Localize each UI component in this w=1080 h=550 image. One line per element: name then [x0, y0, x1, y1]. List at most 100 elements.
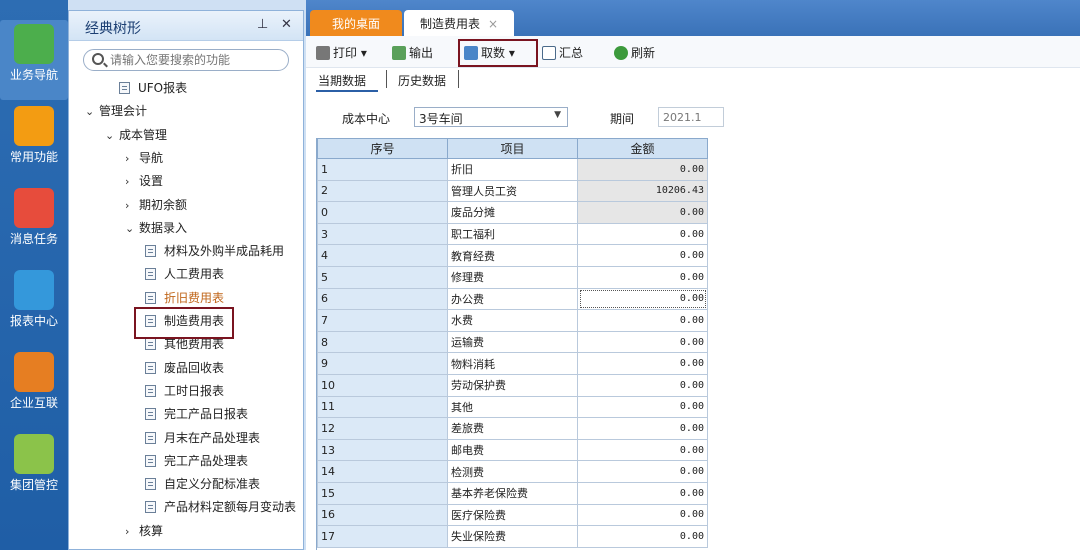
- chevron-down-icon[interactable]: ⌄: [125, 222, 139, 235]
- nav-messages[interactable]: 消息任务: [0, 184, 68, 264]
- table-row[interactable]: 13 邮电费 0.00: [317, 438, 708, 462]
- nav-group[interactable]: 集团管控: [0, 430, 68, 510]
- nav-business[interactable]: 业务导航: [0, 20, 68, 100]
- table-row[interactable]: 4 教育经费 0.00: [317, 244, 708, 267]
- table-row[interactable]: 6 办公费 0.00: [317, 287, 708, 311]
- row-amount[interactable]: 0.00: [577, 395, 708, 419]
- row-amount[interactable]: 0.00: [577, 352, 708, 375]
- search-icon: [92, 53, 104, 65]
- pin-icon[interactable]: ⊥: [257, 17, 268, 32]
- tree-item[interactable]: 自定义分配标准表: [145, 475, 260, 495]
- row-amount[interactable]: 0.00: [577, 525, 708, 548]
- row-amount[interactable]: 0.00: [577, 309, 708, 332]
- summary-button[interactable]: 汇总: [542, 44, 583, 61]
- report-icon: [145, 454, 156, 467]
- table-row[interactable]: 5 修理费 0.00: [317, 265, 708, 289]
- chevron-down-icon[interactable]: ⌄: [105, 129, 119, 142]
- tree-item-label: 完工产品处理表: [164, 453, 249, 468]
- close-icon[interactable]: ✕: [281, 17, 292, 32]
- tree-item[interactable]: UFO报表: [119, 79, 187, 99]
- tree-item[interactable]: 完工产品日报表: [145, 405, 248, 425]
- tab-my-desktop[interactable]: 我的桌面: [310, 10, 402, 36]
- chevron-right-icon[interactable]: ›: [125, 199, 139, 212]
- row-amount[interactable]: 0.00: [577, 222, 708, 246]
- tree-folder[interactable]: › 期初余额: [125, 196, 187, 216]
- row-amount[interactable]: 10206.43: [577, 179, 708, 203]
- table-row[interactable]: 1 折旧 0.00: [317, 158, 708, 181]
- table-row[interactable]: 15 基本养老保险费 0.00: [317, 481, 708, 505]
- table-row[interactable]: 17 失业保险费 0.00: [317, 525, 708, 548]
- chevron-right-icon[interactable]: ›: [125, 175, 139, 188]
- nav-common[interactable]: 常用功能: [0, 102, 68, 182]
- subtab-current[interactable]: 当期数据: [318, 72, 366, 89]
- report-icon: [145, 338, 156, 351]
- chevron-down-icon[interactable]: ⌄: [85, 105, 99, 118]
- nav-reports[interactable]: 报表中心: [0, 266, 68, 346]
- row-item: 管理人员工资: [447, 179, 578, 203]
- cost-center-select[interactable]: 3号车间 ▼: [414, 107, 568, 127]
- row-amount[interactable]: 0.00: [577, 201, 708, 224]
- tree-item[interactable]: 人工费用表: [145, 265, 224, 285]
- tab-close-icon[interactable]: ×: [488, 17, 498, 31]
- row-item: 邮电费: [447, 438, 578, 462]
- table-row[interactable]: 2 管理人员工资 10206.43: [317, 179, 708, 203]
- tab-manufacturing-expense[interactable]: 制造费用表 ×: [404, 10, 514, 36]
- report-icon: [145, 291, 156, 304]
- tree-item[interactable]: 完工产品处理表: [145, 452, 248, 472]
- nav-enterprise[interactable]: 企业互联: [0, 348, 68, 428]
- row-item: 运输费: [447, 330, 578, 354]
- table-row[interactable]: 16 医疗保险费 0.00: [317, 503, 708, 527]
- row-amount[interactable]: 0.00: [577, 244, 708, 267]
- tree-item[interactable]: 废品回收表: [145, 359, 224, 379]
- tree-item[interactable]: 月末在产品处理表: [145, 429, 260, 449]
- table-row[interactable]: 8 运输费 0.00: [317, 330, 708, 354]
- tree-folder[interactable]: ⌄ 成本管理: [105, 126, 167, 146]
- row-amount[interactable]: 0.00: [577, 373, 708, 397]
- period-field[interactable]: 2021.1: [658, 107, 724, 127]
- tree-folder[interactable]: ⌄ 数据录入: [125, 219, 187, 239]
- row-amount[interactable]: 0.00: [577, 265, 708, 289]
- print-button[interactable]: 打印 ▾: [316, 44, 367, 61]
- table-row[interactable]: 10 劳动保护费 0.00: [317, 373, 708, 397]
- reports-icon: [14, 270, 54, 310]
- chevron-right-icon[interactable]: ›: [125, 525, 139, 538]
- subtab-history[interactable]: 历史数据: [398, 72, 446, 89]
- table-row[interactable]: 9 物料消耗 0.00: [317, 352, 708, 375]
- row-index: 11: [317, 395, 448, 419]
- tree-item[interactable]: 工时日报表: [145, 382, 224, 402]
- table-row[interactable]: 0 废品分摊 0.00: [317, 201, 708, 224]
- row-amount[interactable]: 0.00: [577, 460, 708, 483]
- tab-label: 制造费用表: [419, 17, 480, 31]
- table-row[interactable]: 11 其他 0.00: [317, 395, 708, 419]
- table-row[interactable]: 7 水费 0.00: [317, 309, 708, 332]
- search-input[interactable]: [110, 52, 280, 68]
- tree-folder[interactable]: › 导航: [125, 149, 163, 169]
- row-amount[interactable]: 0.00: [577, 438, 708, 462]
- tree-folder[interactable]: ⌄ 管理会计: [85, 102, 147, 122]
- row-index: 9: [317, 352, 448, 375]
- row-index: 5: [317, 265, 448, 289]
- row-index: 12: [317, 417, 448, 440]
- report-icon: [145, 361, 156, 374]
- row-amount[interactable]: 0.00: [577, 330, 708, 354]
- row-amount[interactable]: 0.00: [577, 158, 708, 181]
- row-item: 检测费: [447, 460, 578, 483]
- tree-item[interactable]: 产品材料定额每月变动表: [145, 498, 296, 518]
- cost-center-label: 成本中心: [342, 112, 391, 126]
- tree-item[interactable]: 折旧费用表: [145, 289, 224, 309]
- tree-item-label: 人工费用表: [164, 267, 225, 282]
- tree-item[interactable]: 材料及外购半成品耗用: [145, 242, 284, 262]
- table-row[interactable]: 12 差旅费 0.00: [317, 417, 708, 440]
- tree-folder[interactable]: › 核算: [125, 522, 163, 542]
- export-button[interactable]: 输出: [392, 44, 433, 61]
- table-row[interactable]: 3 职工福利 0.00: [317, 222, 708, 246]
- row-amount[interactable]: 0.00: [577, 481, 708, 505]
- row-amount[interactable]: 0.00: [577, 503, 708, 527]
- row-amount[interactable]: 0.00: [577, 417, 708, 440]
- refresh-button[interactable]: 刷新: [614, 44, 655, 61]
- row-amount[interactable]: 0.00: [577, 287, 708, 311]
- search-box[interactable]: [83, 49, 289, 71]
- chevron-right-icon[interactable]: ›: [125, 152, 139, 165]
- table-row[interactable]: 14 检测费 0.00: [317, 460, 708, 483]
- tree-folder[interactable]: › 设置: [125, 172, 163, 192]
